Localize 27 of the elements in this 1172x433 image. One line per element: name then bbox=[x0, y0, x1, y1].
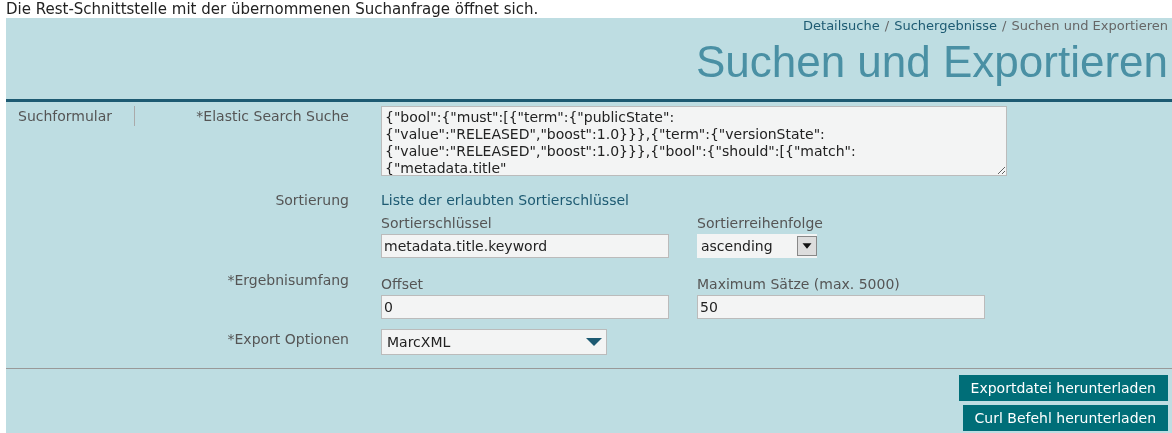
download-button[interactable]: Exportdatei herunterladen bbox=[958, 375, 1168, 401]
field-label: Sortierschlüssel bbox=[381, 214, 493, 233]
download-button[interactable]: Curl Befehl herunterladen bbox=[962, 405, 1168, 431]
breadcrumb-link[interactable]: Detailsuche bbox=[803, 18, 880, 34]
sort-key-input[interactable]: metadata.title.keyword bbox=[381, 234, 669, 258]
sort-keys-link[interactable]: Liste der erlaubten Sortierschlüssel bbox=[381, 190, 823, 211]
sort-order-select[interactable]: ascending bbox=[697, 234, 817, 258]
intro-text: Die Rest-Schnittstelle mit der übernommenen Suchanfrage öffnet sich. bbox=[5, 0, 540, 18]
max-records-input[interactable]: 50 bbox=[697, 295, 985, 319]
field-label: Offset bbox=[381, 275, 425, 294]
field-label: *Elastic Search Suche bbox=[196, 108, 349, 124]
field-label: *Ergebnisumfang bbox=[227, 272, 349, 288]
breadcrumb-text: / bbox=[884, 18, 890, 34]
field-label: Sortierung bbox=[275, 192, 349, 208]
field-label: Sortierreihenfolge bbox=[697, 214, 823, 233]
offset-input[interactable]: 0 bbox=[381, 295, 669, 319]
export-select[interactable]: MarcXML bbox=[381, 329, 607, 355]
side-tab-label[interactable]: Suchformular bbox=[18, 108, 113, 124]
page-title: Suchen und Exportieren bbox=[695, 36, 1168, 88]
query-textarea[interactable]: {"bool":{"must":[{"term":{"publicState": {"value":"RELEASED","boost":1.0}}},{"term":{"versionState": {"value":"RELEASED","boost":1.0}}},{"bool":{"should":[{"match": {"metadata.title" bbox=[381, 106, 1007, 176]
field-label: *Export Optionen bbox=[227, 331, 349, 347]
field-label: Maximum Sätze (max. 5000) bbox=[697, 275, 901, 294]
breadcrumb-link[interactable]: Suchergebnisse bbox=[894, 18, 998, 34]
breadcrumb-text: Suchen und Exportieren bbox=[1011, 18, 1168, 34]
breadcrumb-text: / bbox=[1002, 18, 1007, 34]
caret-icon bbox=[797, 236, 817, 256]
caret-icon bbox=[586, 337, 602, 347]
